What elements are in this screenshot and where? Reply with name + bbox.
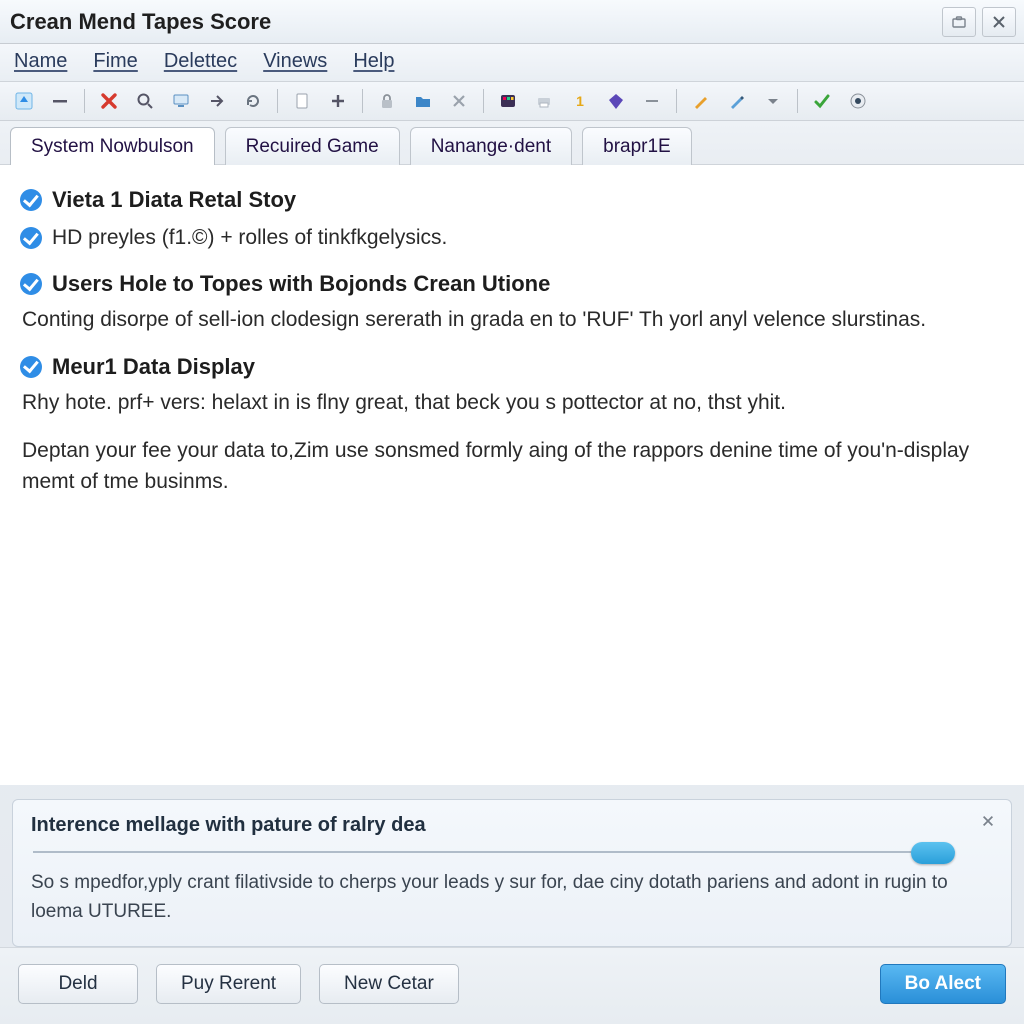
notice-title: Interence mellage with pature of ralry d… bbox=[31, 814, 995, 837]
content-panel: Vieta 1 Diata Retal Stoy HD preyles (f1.… bbox=[0, 165, 1024, 785]
window-title: Crean Mend Tapes Score bbox=[10, 9, 271, 35]
deld-button[interactable]: Deld bbox=[18, 964, 138, 1004]
section2-body: Conting disorpe of sell-ion clodesign se… bbox=[22, 305, 1004, 335]
menu-name[interactable]: Name bbox=[14, 50, 67, 73]
section3-body2: Deptan your fee your data to,Zim use son… bbox=[22, 436, 1004, 497]
section3-title: Meur1 Data Display bbox=[52, 354, 255, 380]
monitor-icon[interactable] bbox=[167, 88, 195, 114]
one-icon[interactable]: 1 bbox=[566, 88, 594, 114]
tab-nanange[interactable]: Nanange·dent bbox=[410, 127, 572, 165]
tab-brapr[interactable]: brapr1E bbox=[582, 127, 692, 165]
lock-icon[interactable] bbox=[373, 88, 401, 114]
notice-panel: Interence mellage with pature of ralry d… bbox=[12, 799, 1012, 947]
palette-icon[interactable] bbox=[494, 88, 522, 114]
printer-icon[interactable] bbox=[530, 88, 558, 114]
check-green-icon[interactable] bbox=[808, 88, 836, 114]
dash-icon[interactable] bbox=[638, 88, 666, 114]
pen-icon[interactable] bbox=[687, 88, 715, 114]
up-icon[interactable] bbox=[10, 88, 38, 114]
check-icon bbox=[20, 356, 42, 378]
toolbar: 1 bbox=[0, 82, 1024, 121]
cross-grey-icon[interactable] bbox=[445, 88, 473, 114]
pencil-icon[interactable] bbox=[723, 88, 751, 114]
folder-blue-icon[interactable] bbox=[409, 88, 437, 114]
menu-delettec[interactable]: Delettec bbox=[164, 50, 237, 73]
gem-icon[interactable] bbox=[602, 88, 630, 114]
check-icon bbox=[20, 273, 42, 295]
svg-text:1: 1 bbox=[576, 93, 584, 109]
eye-icon[interactable] bbox=[844, 88, 872, 114]
notice-slider[interactable] bbox=[33, 851, 955, 853]
tab-system[interactable]: System Nowbulson bbox=[10, 127, 215, 165]
arrow-right-icon[interactable] bbox=[203, 88, 231, 114]
tab-row: System Nowbulson Recuired Game Nanange·d… bbox=[0, 121, 1024, 165]
bo-alect-button[interactable]: Bo Alect bbox=[880, 964, 1006, 1004]
footer: Deld Puy Rerent New Cetar Bo Alect bbox=[0, 947, 1024, 1024]
section1-line: HD preyles (f1.©) + rolles of tinkfkgely… bbox=[52, 223, 447, 253]
menu-fime[interactable]: Fime bbox=[93, 50, 137, 73]
page-icon[interactable] bbox=[288, 88, 316, 114]
notice-slider-thumb[interactable] bbox=[911, 842, 955, 864]
tab-recuired[interactable]: Recuired Game bbox=[225, 127, 400, 165]
new-cetar-button[interactable]: New Cetar bbox=[319, 964, 459, 1004]
section1-title: Vieta 1 Diata Retal Stoy bbox=[52, 187, 296, 213]
caret-down-icon[interactable] bbox=[759, 88, 787, 114]
plus-icon[interactable] bbox=[324, 88, 352, 114]
section2-title: Users Hole to Topes with Bojonds Crean U… bbox=[52, 271, 550, 297]
x-red-icon[interactable] bbox=[95, 88, 123, 114]
notice-close-button[interactable] bbox=[977, 810, 999, 832]
titlebar: Crean Mend Tapes Score bbox=[0, 0, 1024, 44]
search-icon[interactable] bbox=[131, 88, 159, 114]
section3-body1: Rhy hote. prf+ vers: helaxt in is flny g… bbox=[22, 388, 1004, 418]
window-close-button[interactable] bbox=[982, 7, 1016, 37]
menu-vinews[interactable]: Vinews bbox=[263, 50, 327, 73]
puy-rerent-button[interactable]: Puy Rerent bbox=[156, 964, 301, 1004]
notice-body: So s mpedfor,yply crant filativside to c… bbox=[31, 869, 995, 926]
menu-help[interactable]: Help bbox=[353, 50, 394, 73]
check-icon bbox=[20, 227, 42, 249]
menubar: Name Fime Delettec Vinews Help bbox=[0, 44, 1024, 82]
minus-icon[interactable] bbox=[46, 88, 74, 114]
window-briefcase-button[interactable] bbox=[942, 7, 976, 37]
refresh-icon[interactable] bbox=[239, 88, 267, 114]
check-icon bbox=[20, 189, 42, 211]
